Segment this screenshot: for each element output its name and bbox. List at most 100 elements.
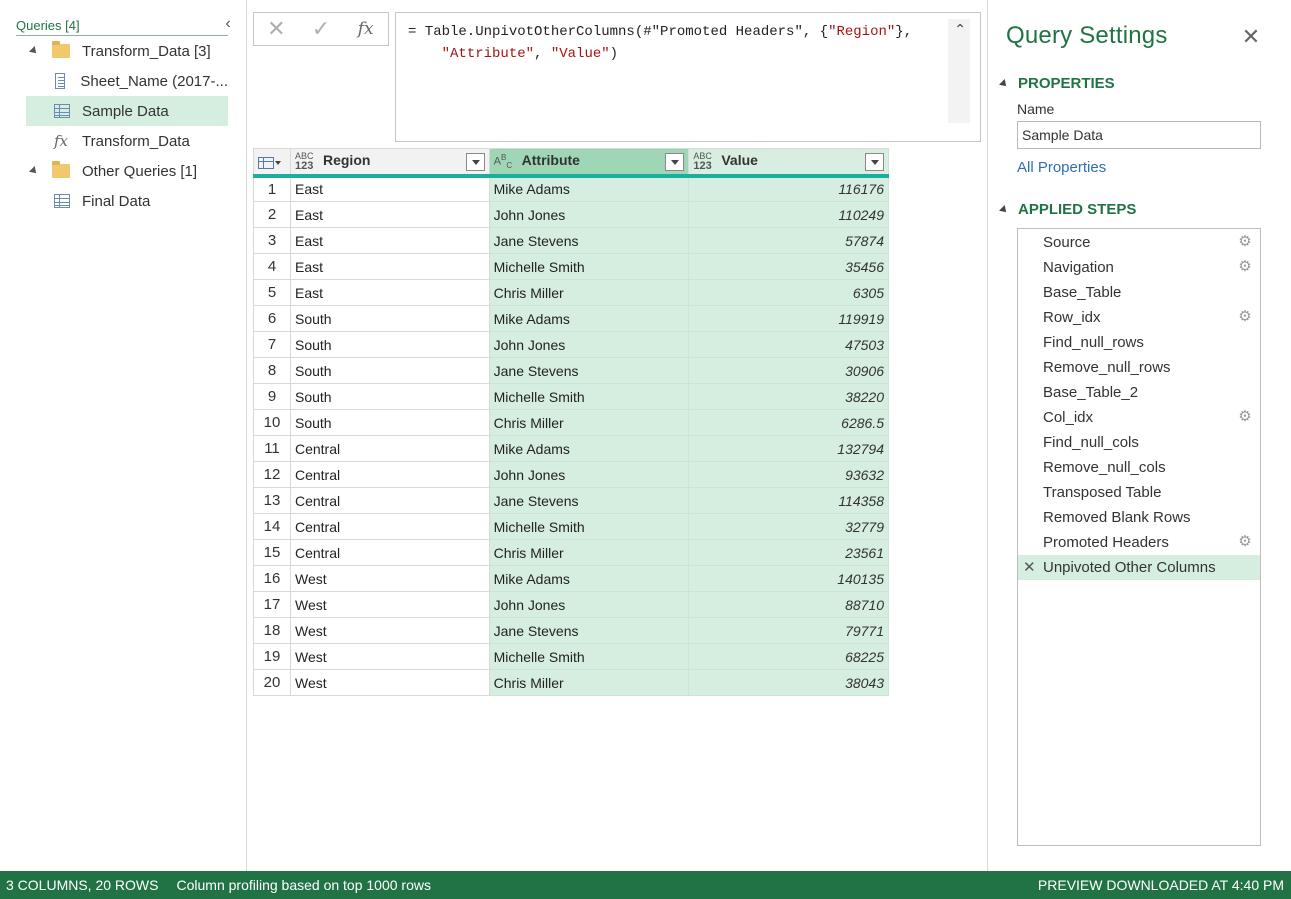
applied-step[interactable]: Removed Blank Rows <box>1018 505 1260 530</box>
properties-section-header[interactable]: PROPERTIES <box>999 75 1115 92</box>
type-text-icon[interactable]: ABC <box>494 153 516 170</box>
cell-value[interactable]: 38043 <box>688 669 889 696</box>
row-number[interactable]: 15 <box>253 539 291 566</box>
collapse-formula-icon[interactable]: ⌃ <box>954 21 966 38</box>
expand-triangle-icon[interactable] <box>29 166 39 176</box>
row-number[interactable]: 3 <box>253 227 291 254</box>
column-header-value[interactable]: ABC 123 Value <box>688 148 889 178</box>
table-row[interactable]: 3 East Jane Stevens 57874 <box>253 227 889 254</box>
query-item-sheet-name[interactable]: Sheet_Name (2017-... <box>26 66 228 96</box>
row-number[interactable]: 20 <box>253 669 291 696</box>
query-group-transform-data[interactable]: Transform_Data [3] <box>26 36 228 66</box>
table-row[interactable]: 8 South Jane Stevens 30906 <box>253 357 889 384</box>
cell-region[interactable]: South <box>289 383 490 410</box>
type-any-icon[interactable]: ABC 123 <box>693 151 715 171</box>
row-number[interactable]: 14 <box>253 513 291 540</box>
formula-editor[interactable]: = Table.UnpivotOtherColumns(#"Promoted H… <box>395 12 981 142</box>
collapse-pane-icon[interactable]: ‹ <box>220 15 236 33</box>
cell-value[interactable]: 57874 <box>688 227 889 254</box>
table-row[interactable]: 6 South Mike Adams 119919 <box>253 305 889 332</box>
table-row[interactable]: 20 West Chris Miller 38043 <box>253 669 889 696</box>
applied-step[interactable]: Base_Table <box>1018 280 1260 305</box>
applied-step[interactable]: Find_null_cols <box>1018 430 1260 455</box>
table-row[interactable]: 7 South John Jones 47503 <box>253 331 889 358</box>
applied-step[interactable]: Col_idx ⚙ <box>1018 405 1260 430</box>
cancel-formula-button[interactable]: ✕ <box>254 13 299 45</box>
cell-value[interactable]: 6286.5 <box>688 409 889 436</box>
gear-icon[interactable]: ⚙ <box>1238 234 1252 249</box>
table-row[interactable]: 14 Central Michelle Smith 32779 <box>253 513 889 540</box>
applied-steps-section-header[interactable]: APPLIED STEPS <box>999 201 1136 218</box>
cell-attribute[interactable]: Michelle Smith <box>488 513 690 540</box>
table-row[interactable]: 4 East Michelle Smith 35456 <box>253 253 889 280</box>
applied-step[interactable]: Row_idx ⚙ <box>1018 305 1260 330</box>
cell-attribute[interactable]: Mike Adams <box>488 305 690 332</box>
cell-value[interactable]: 114358 <box>688 487 889 514</box>
cell-attribute[interactable]: Michelle Smith <box>488 383 690 410</box>
query-item-sample-data[interactable]: Sample Data <box>26 96 228 126</box>
cell-attribute[interactable]: John Jones <box>488 461 690 488</box>
cell-region[interactable]: South <box>289 409 490 436</box>
query-group-other-queries[interactable]: Other Queries [1] <box>26 156 228 186</box>
row-number[interactable]: 13 <box>253 487 291 514</box>
cell-region[interactable]: West <box>289 565 490 592</box>
cell-attribute[interactable]: John Jones <box>488 331 690 358</box>
filter-dropdown-button[interactable] <box>865 153 884 171</box>
cell-region[interactable]: West <box>289 643 490 670</box>
cell-region[interactable]: Central <box>289 539 490 566</box>
cell-attribute[interactable]: Chris Miller <box>488 539 690 566</box>
filter-dropdown-button[interactable] <box>665 153 685 171</box>
cell-region[interactable]: Central <box>289 435 490 462</box>
filter-dropdown-button[interactable] <box>465 153 485 171</box>
cell-value[interactable]: 6305 <box>688 279 889 306</box>
row-number[interactable]: 2 <box>253 201 291 228</box>
cell-region[interactable]: West <box>289 669 490 696</box>
applied-step[interactable]: Base_Table_2 <box>1018 380 1260 405</box>
row-number[interactable]: 8 <box>253 357 291 384</box>
delete-step-icon[interactable]: ✕ <box>1023 558 1036 576</box>
cell-value[interactable]: 116176 <box>688 175 889 202</box>
cell-value[interactable]: 93632 <box>688 461 889 488</box>
cell-attribute[interactable]: Mike Adams <box>488 175 690 202</box>
cell-attribute[interactable]: Jane Stevens <box>488 487 690 514</box>
row-number[interactable]: 19 <box>253 643 291 670</box>
cell-region[interactable]: South <box>289 331 490 358</box>
formula-text[interactable]: = Table.UnpivotOtherColumns(#"Promoted H… <box>408 21 968 65</box>
status-profiling[interactable]: Column profiling based on top 1000 rows <box>176 877 431 893</box>
cell-attribute[interactable]: John Jones <box>488 201 690 228</box>
insert-function-button[interactable]: fx <box>343 13 388 45</box>
gear-icon[interactable]: ⚙ <box>1238 309 1252 324</box>
query-item-final-data[interactable]: Final Data <box>26 186 228 216</box>
applied-step[interactable]: Transposed Table <box>1018 480 1260 505</box>
applied-step[interactable]: ✕ Unpivoted Other Columns <box>1018 555 1260 580</box>
cell-region[interactable]: West <box>289 591 490 618</box>
gear-icon[interactable]: ⚙ <box>1238 409 1252 424</box>
cell-attribute[interactable]: Jane Stevens <box>488 617 690 644</box>
cell-value[interactable]: 35456 <box>688 253 889 280</box>
applied-step[interactable]: Find_null_rows <box>1018 330 1260 355</box>
expand-triangle-icon[interactable] <box>999 78 1009 89</box>
row-number[interactable]: 10 <box>253 409 291 436</box>
cell-region[interactable]: Central <box>289 461 490 488</box>
cell-attribute[interactable]: John Jones <box>488 591 690 618</box>
cell-value[interactable]: 110249 <box>688 201 889 228</box>
cell-region[interactable]: East <box>289 253 490 280</box>
row-number[interactable]: 1 <box>253 175 291 202</box>
table-row[interactable]: 17 West John Jones 88710 <box>253 591 889 618</box>
cell-region[interactable]: South <box>289 357 490 384</box>
gear-icon[interactable]: ⚙ <box>1238 534 1252 549</box>
row-number[interactable]: 12 <box>253 461 291 488</box>
column-header-attribute[interactable]: ABC Attribute <box>488 148 690 178</box>
table-row[interactable]: 15 Central Chris Miller 23561 <box>253 539 889 566</box>
table-row[interactable]: 9 South Michelle Smith 38220 <box>253 383 889 410</box>
cell-region[interactable]: Central <box>289 513 490 540</box>
cell-region[interactable]: East <box>289 227 490 254</box>
table-row[interactable]: 2 East John Jones 110249 <box>253 201 889 228</box>
row-number[interactable]: 11 <box>253 435 291 462</box>
table-row[interactable]: 18 West Jane Stevens 79771 <box>253 617 889 644</box>
cell-value[interactable]: 32779 <box>688 513 889 540</box>
row-number[interactable]: 4 <box>253 253 291 280</box>
cell-attribute[interactable]: Michelle Smith <box>488 253 690 280</box>
cell-attribute[interactable]: Chris Miller <box>488 409 690 436</box>
cell-value[interactable]: 30906 <box>688 357 889 384</box>
